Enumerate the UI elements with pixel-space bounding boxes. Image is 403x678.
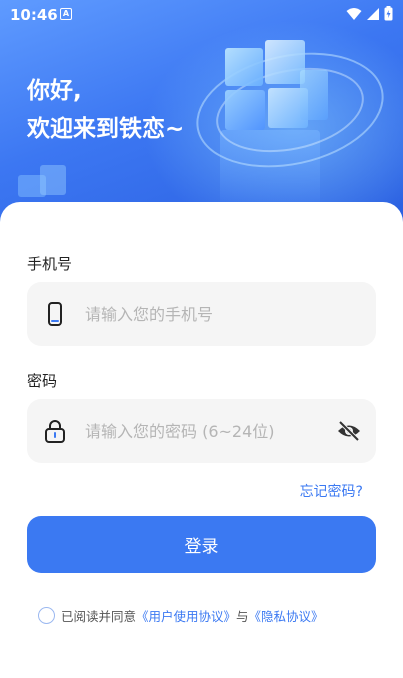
greeting-line-2: 欢迎来到铁恋~ [27, 116, 185, 142]
privacy-policy-link[interactable]: 《隐私协议》 [249, 606, 324, 625]
hero-cube-illustration [225, 48, 263, 86]
greeting-line-1: 你好, [27, 78, 82, 104]
phone-label: 手机号 [27, 255, 73, 273]
hero-block-illustration [40, 165, 66, 195]
lock-icon [45, 420, 65, 443]
phone-input[interactable] [85, 282, 315, 346]
hero-banner: 10:46 A 你好, 欢迎来到铁恋~ [0, 0, 403, 230]
agreement-checkbox[interactable] [38, 607, 55, 624]
agreement-prefix: 已阅读并同意 [61, 609, 137, 624]
agreement-row: 已阅读并同意 《用户使用协议》 与 《隐私协议》 [38, 606, 324, 625]
eye-off-icon[interactable] [336, 419, 362, 443]
status-a-badge: A [60, 8, 72, 20]
user-agreement-link[interactable]: 《用户使用协议》 [136, 606, 236, 625]
status-time: 10:46 [10, 6, 58, 24]
agreement-and: 与 [236, 609, 249, 624]
forgot-password-link[interactable]: 忘记密码? [300, 481, 363, 501]
login-button[interactable]: 登录 [27, 516, 376, 573]
status-bar: 10:46 A [0, 0, 403, 28]
greeting-text: 你好, 欢迎来到铁恋~ [27, 72, 184, 148]
wifi-icon [346, 7, 362, 20]
battery-charging-icon [384, 6, 393, 21]
password-label: 密码 [27, 372, 58, 390]
status-icons [346, 6, 393, 21]
phone-field[interactable] [27, 282, 376, 346]
password-input[interactable] [85, 399, 315, 463]
cellular-signal-icon [367, 7, 379, 20]
phone-icon [48, 302, 62, 326]
hero-cube-illustration [225, 90, 265, 130]
password-field[interactable] [27, 399, 376, 463]
hero-cube-illustration [265, 40, 305, 84]
hero-cube-illustration [300, 70, 328, 120]
